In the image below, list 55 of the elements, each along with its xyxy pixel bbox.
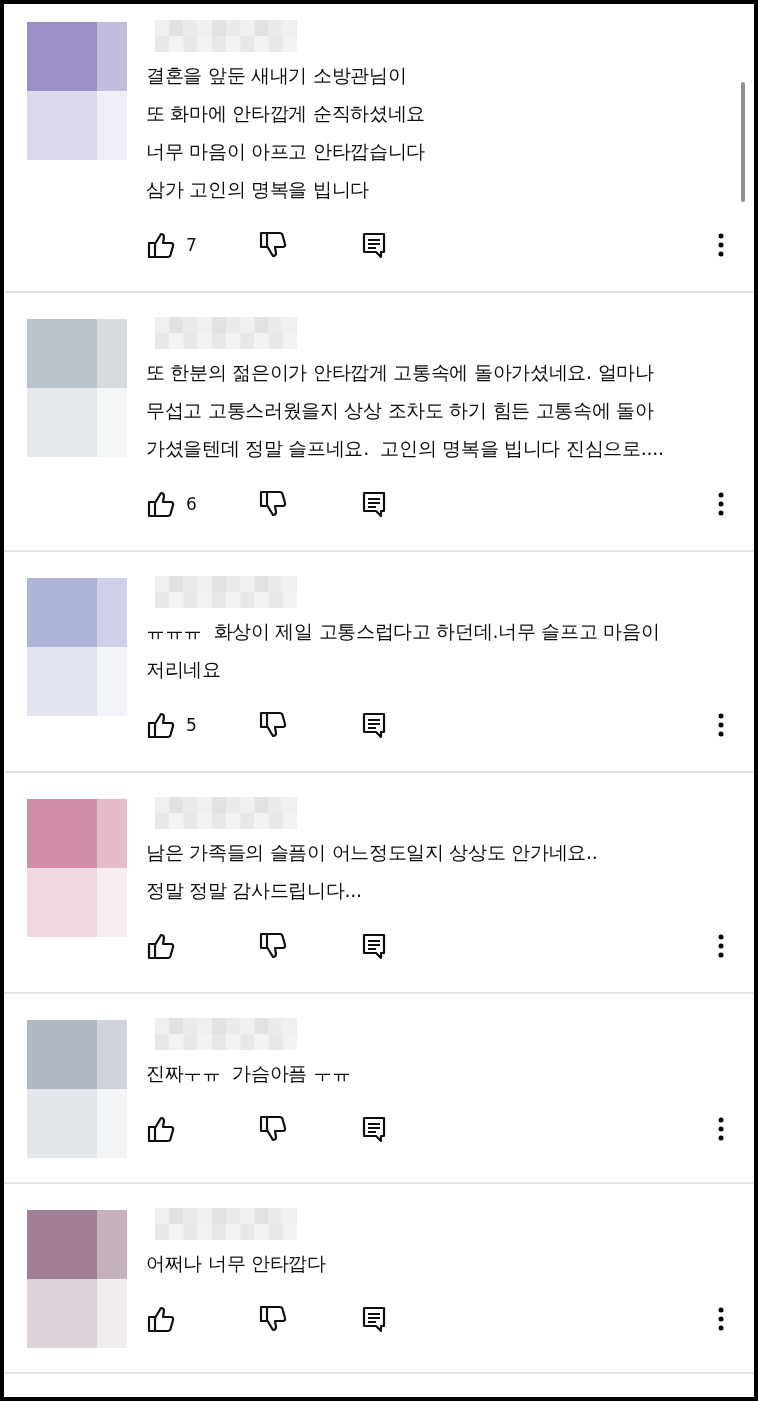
comment-text: 어쩌나 너무 안타깝다 [146,1251,327,1276]
comment-icon [361,711,387,739]
avatar[interactable] [27,22,127,160]
reply-button[interactable] [361,490,387,518]
like-button[interactable]: 7 [146,230,258,260]
thumbs-up-icon [146,931,176,961]
comment-icon [361,1115,387,1143]
thumbs-up-icon [146,230,176,260]
thumbs-down-icon [258,1114,288,1144]
thumbs-down-icon [258,489,288,519]
comment-text: 너무 마음이 아프고 안타깝습니다 [146,139,427,164]
reply-button[interactable] [361,1115,387,1143]
like-button[interactable]: 6 [146,489,258,519]
more-options-button[interactable] [718,934,724,958]
like-button[interactable]: 5 [146,710,258,740]
thumbs-up-icon [146,1304,176,1334]
comment-text: 정말 정말 감사드립니다... [146,878,363,903]
more-icon [718,233,724,257]
thumbs-up-icon [146,489,176,519]
reply-button[interactable] [361,711,387,739]
thumbs-up-icon [146,710,176,740]
comment-text: 또 화마에 안타깝게 순직하셨네요 [146,101,427,126]
more-options-button[interactable] [718,492,724,516]
comment-icon [361,490,387,518]
comment-text: 결혼을 앞둔 새내기 소방관님이 [146,63,408,88]
thumbs-down-icon [258,710,288,740]
comment-text: ㅠㅠㅠ 화상이 제일 고통스럽다고 하던데.너무 슬프고 마음이 [146,619,661,644]
comment-text: 저리네요 [146,657,222,682]
thumbs-up-icon [146,1114,176,1144]
more-options-button[interactable] [718,1307,724,1331]
more-options-button[interactable] [718,713,724,737]
avatar[interactable] [27,1210,127,1348]
more-icon [718,934,724,958]
scrollbar[interactable] [741,82,745,202]
more-options-button[interactable] [718,1117,724,1141]
comment-text: 남은 가족들의 슬픔이 어느정도일지 상상도 안가네요.. [146,840,599,865]
reply-button[interactable] [361,932,387,960]
more-icon [718,713,724,737]
comment-text: 삼가 고인의 명복을 빕니다 [146,177,370,202]
more-icon [718,492,724,516]
thumbs-down-icon [258,1304,288,1334]
more-options-button[interactable] [718,233,724,257]
reply-button[interactable] [361,231,387,259]
comment-text: 가셨을텐데 정말 슬프네요. 고인의 명복을 빕니다 진심으로.... [146,436,665,461]
comment-icon [361,932,387,960]
comment-icon [361,231,387,259]
more-icon [718,1117,724,1141]
thumbs-down-icon [258,931,288,961]
comment-icon [361,1305,387,1333]
reply-button[interactable] [361,1305,387,1333]
more-icon [718,1307,724,1331]
comment-text: 또 한분의 젊은이가 안타깝게 고통속에 돌아가셨네요. 얼마나 [146,360,655,385]
comment-text: 무섭고 고통스러웠을지 상상 조차도 하기 힘든 고통속에 돌아 [146,398,655,423]
thumbs-down-icon [258,230,288,260]
comment-text: 진짜ㅜㅠ 가슴아픔 ㅜㅠ [146,1061,352,1086]
